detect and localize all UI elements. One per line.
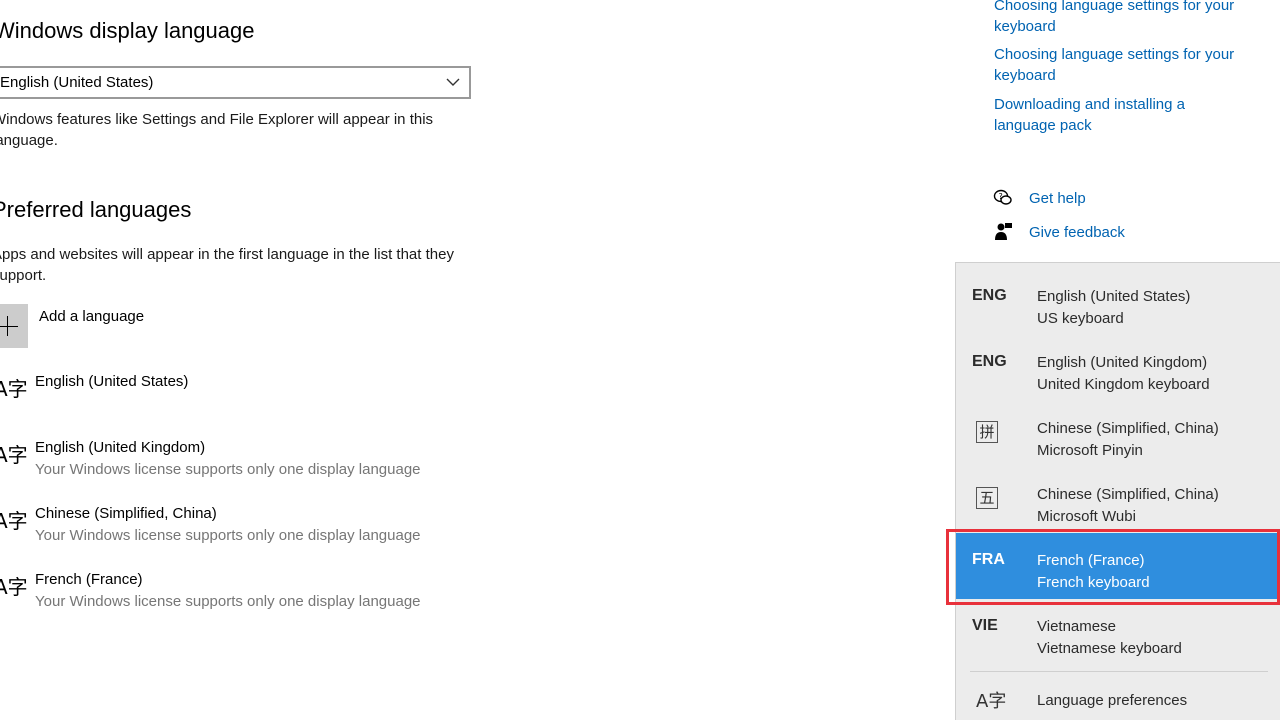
preferred-languages-heading: Preferred languages <box>0 197 192 222</box>
language-note: Your Windows license supports only one d… <box>35 527 421 544</box>
flyout-keyboard: US keyboard <box>1037 310 1124 327</box>
flyout-language: Chinese (Simplified, China) <box>1037 420 1219 437</box>
language-list-item[interactable]: A字 French (France) Your Windows license … <box>0 566 470 616</box>
language-glyph-icon: A字 <box>0 575 28 599</box>
language-abbr: FRA <box>972 551 1005 568</box>
flyout-keyboard: French keyboard <box>1037 574 1150 591</box>
get-help-label: Get help <box>1029 190 1086 207</box>
language-name: French (France) <box>35 571 143 588</box>
language-list-item[interactable]: A字 Chinese (Simplified, China) Your Wind… <box>0 500 470 550</box>
language-name: Chinese (Simplified, China) <box>35 505 217 522</box>
flyout-item[interactable]: ENG English (United Kingdom) United King… <box>956 335 1280 401</box>
language-abbr: ENG <box>972 287 1007 304</box>
feedback-person-icon <box>995 223 1012 240</box>
pinyin-ime-icon: 拼 <box>976 421 998 443</box>
description-line: Apps and websites will appear in the fir… <box>0 246 454 263</box>
language-name: English (United Kingdom) <box>35 439 206 456</box>
language-glyph-icon: A字 <box>0 443 28 467</box>
flyout-item[interactable]: ENG English (United States) US keyboard <box>956 269 1280 335</box>
flyout-language: English (United Kingdom) <box>1037 354 1208 371</box>
plus-icon <box>0 326 18 327</box>
flyout-keyboard: Vietnamese keyboard <box>1037 640 1182 657</box>
wubi-ime-icon: 五 <box>976 487 998 509</box>
add-language-label[interactable]: Add a language <box>39 308 144 325</box>
preferred-languages-description: Apps and websites will appear in the fir… <box>0 244 454 286</box>
language-glyph-icon: A字 <box>0 509 28 533</box>
language-preferences-icon: A字 <box>976 691 1007 712</box>
display-language-heading: Windows display language <box>0 18 255 43</box>
flyout-keyboard: United Kingdom keyboard <box>1037 376 1210 393</box>
flyout-item[interactable]: VIE Vietnamese Vietnamese keyboard <box>956 599 1280 665</box>
link-line: keyboard <box>994 18 1056 35</box>
flyout-item-selected[interactable]: FRA French (France) French keyboard <box>956 533 1280 599</box>
description-line: language. <box>0 132 58 149</box>
language-preferences-link[interactable]: Language preferences <box>1037 692 1187 709</box>
flyout-item[interactable]: 拼 Chinese (Simplified, China) Microsoft … <box>956 401 1280 467</box>
language-abbr: VIE <box>972 617 998 634</box>
link-line: language pack <box>994 117 1092 134</box>
display-language-description: Windows features like Settings and File … <box>0 109 433 151</box>
link-line: Downloading and installing a <box>994 96 1185 113</box>
flyout-language: English (United States) <box>1037 288 1191 305</box>
description-line: Windows features like Settings and File … <box>0 111 434 128</box>
description-line: support. <box>0 267 47 284</box>
flyout-language: French (France) <box>1037 552 1145 569</box>
link-line: Choosing language settings for your <box>994 46 1235 63</box>
related-link[interactable]: Choosing language settings for your keyb… <box>994 0 1234 37</box>
language-list-item[interactable]: A字 English (United Kingdom) Your Windows… <box>0 434 470 484</box>
input-language-flyout: ENG English (United States) US keyboard … <box>955 262 1280 720</box>
chevron-down-icon <box>446 78 460 86</box>
related-link[interactable]: Choosing language settings for your keyb… <box>994 44 1234 86</box>
give-feedback-link[interactable]: Give feedback <box>993 222 1133 244</box>
flyout-keyboard: Microsoft Pinyin <box>1037 442 1143 459</box>
language-note: Your Windows license supports only one d… <box>35 461 421 478</box>
give-feedback-label: Give feedback <box>1029 224 1125 241</box>
flyout-keyboard: Microsoft Wubi <box>1037 508 1136 525</box>
link-line: Choosing language settings for your <box>994 0 1235 14</box>
flyout-language: Chinese (Simplified, China) <box>1037 486 1219 503</box>
language-name: English (United States) <box>35 373 189 390</box>
language-note: Your Windows license supports only one d… <box>35 593 421 610</box>
flyout-divider <box>970 671 1268 672</box>
flyout-language: Vietnamese <box>1037 618 1116 635</box>
related-link[interactable]: Downloading and installing a language pa… <box>994 94 1185 136</box>
svg-text:?: ? <box>999 192 1003 201</box>
language-glyph-icon: A字 <box>0 377 28 401</box>
chat-help-icon: ? <box>993 189 1012 205</box>
display-language-value: English (United States) <box>0 74 154 91</box>
display-language-dropdown[interactable]: English (United States) <box>0 66 471 99</box>
language-abbr: ENG <box>972 353 1007 370</box>
language-list-item[interactable]: A字 English (United States) <box>0 368 470 418</box>
flyout-item[interactable]: 五 Chinese (Simplified, China) Microsoft … <box>956 467 1280 533</box>
link-line: keyboard <box>994 67 1056 84</box>
add-language-button[interactable] <box>0 304 28 348</box>
get-help-link[interactable]: ? Get help <box>993 188 1133 210</box>
